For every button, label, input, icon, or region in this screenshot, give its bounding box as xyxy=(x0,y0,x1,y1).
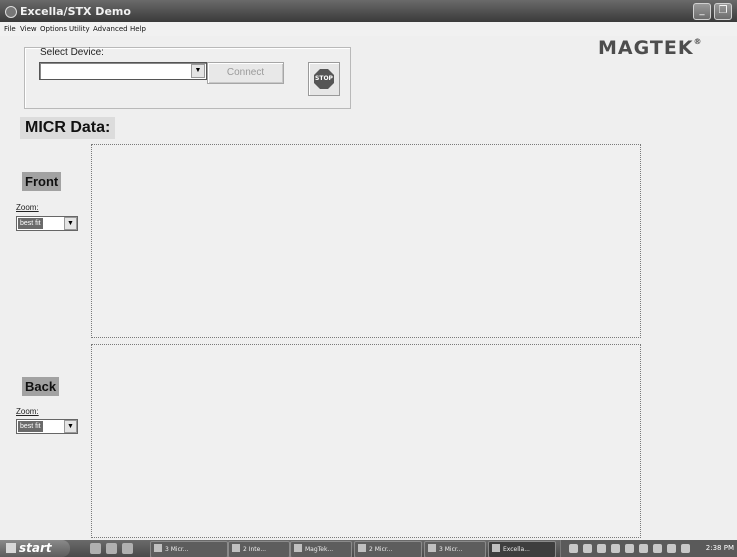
minimize-button[interactable]: _ xyxy=(693,3,711,20)
front-zoom-label: Zoom: xyxy=(16,203,39,212)
back-zoom-label: Zoom: xyxy=(16,407,39,416)
select-device-label: Select Device: xyxy=(40,47,104,58)
front-zoom-value: best fit xyxy=(18,218,43,229)
device-select[interactable]: ▼ xyxy=(39,62,207,80)
taskbar-item[interactable]: 2 Micr... xyxy=(354,541,422,557)
windows-flag-icon xyxy=(6,543,16,553)
taskbar-item-label: 3 Micr... xyxy=(439,546,463,553)
taskbar-item-label: 3 Micr... xyxy=(165,546,189,553)
magtek-logo: MAGTEK® xyxy=(598,37,703,59)
front-label: Front xyxy=(22,172,62,191)
clock[interactable]: 2:38 PM xyxy=(706,540,734,557)
start-button[interactable]: start xyxy=(0,540,70,557)
tray-icon[interactable] xyxy=(639,544,648,553)
menu-help[interactable]: Help xyxy=(130,25,146,33)
tray-icon[interactable] xyxy=(681,544,690,553)
back-label: Back xyxy=(22,377,60,396)
restore-button[interactable]: ❐ xyxy=(714,3,732,20)
menu-utility[interactable]: Utility xyxy=(69,25,90,33)
desktop-icon[interactable] xyxy=(90,543,101,554)
back-image-panel xyxy=(91,344,641,538)
taskbar-item-label: 2 Micr... xyxy=(369,546,393,553)
logo-text: MAGTEK xyxy=(598,37,694,59)
front-zoom-select[interactable]: best fit ▼ xyxy=(16,216,78,231)
start-label: start xyxy=(19,541,52,555)
app-icon xyxy=(154,544,162,552)
taskbar: start 3 Micr... 2 Inte... MagTek... 2 Mi… xyxy=(0,540,737,557)
registered-mark: ® xyxy=(693,37,703,46)
folder-icon[interactable] xyxy=(106,543,117,554)
taskbar-item[interactable]: 3 Micr... xyxy=(424,541,486,557)
app-icon xyxy=(294,544,302,552)
taskbar-item-label: MagTek... xyxy=(305,546,334,553)
taskbar-item[interactable]: 2 Inte... xyxy=(228,541,290,557)
window-title: Excella/STX Demo xyxy=(20,5,131,18)
app-icon xyxy=(358,544,366,552)
menu-view[interactable]: View xyxy=(20,25,37,33)
taskbar-item-label: 2 Inte... xyxy=(243,546,267,553)
chevron-down-icon[interactable]: ▼ xyxy=(64,217,77,230)
device-group: Select Device: ▼ Connect STOP xyxy=(24,47,351,109)
app-icon xyxy=(492,544,500,552)
title-bar: Excella/STX Demo _ ❐ xyxy=(0,0,737,22)
tray-icon[interactable] xyxy=(611,544,620,553)
tray-icon[interactable] xyxy=(597,544,606,553)
menu-options[interactable]: Options xyxy=(40,25,67,33)
tray-icon[interactable] xyxy=(667,544,676,553)
app-icon xyxy=(232,544,240,552)
taskbar-item[interactable]: MagTek... xyxy=(290,541,352,557)
menu-bar: File View Options Utility Advanced Help xyxy=(0,22,737,36)
connect-button[interactable]: Connect xyxy=(207,62,284,84)
taskbar-item-active[interactable]: Excella... xyxy=(488,541,556,557)
tray-icon[interactable] xyxy=(583,544,592,553)
tray-icon[interactable] xyxy=(653,544,662,553)
stop-sign-icon: STOP xyxy=(314,69,334,89)
taskbar-item-label: Excella... xyxy=(503,546,530,553)
menu-advanced[interactable]: Advanced xyxy=(93,25,128,33)
browser-icon[interactable] xyxy=(122,543,133,554)
tray-icon[interactable] xyxy=(569,544,578,553)
chevron-down-icon[interactable]: ▼ xyxy=(191,64,205,78)
back-zoom-value: best fit xyxy=(18,421,43,432)
application-screen: Excella/STX Demo _ ❐ File View Options U… xyxy=(0,0,737,557)
front-image-panel xyxy=(91,144,641,338)
menu-file[interactable]: File xyxy=(4,25,16,33)
micr-data-heading: MICR Data: xyxy=(20,117,116,139)
back-zoom-select[interactable]: best fit ▼ xyxy=(16,419,78,434)
app-icon xyxy=(5,6,17,18)
chevron-down-icon[interactable]: ▼ xyxy=(64,420,77,433)
app-icon xyxy=(428,544,436,552)
taskbar-item[interactable]: 3 Micr... xyxy=(150,541,228,557)
stop-button[interactable]: STOP xyxy=(308,62,340,96)
tray-icon[interactable] xyxy=(625,544,634,553)
system-tray: 2:38 PM xyxy=(560,540,737,557)
